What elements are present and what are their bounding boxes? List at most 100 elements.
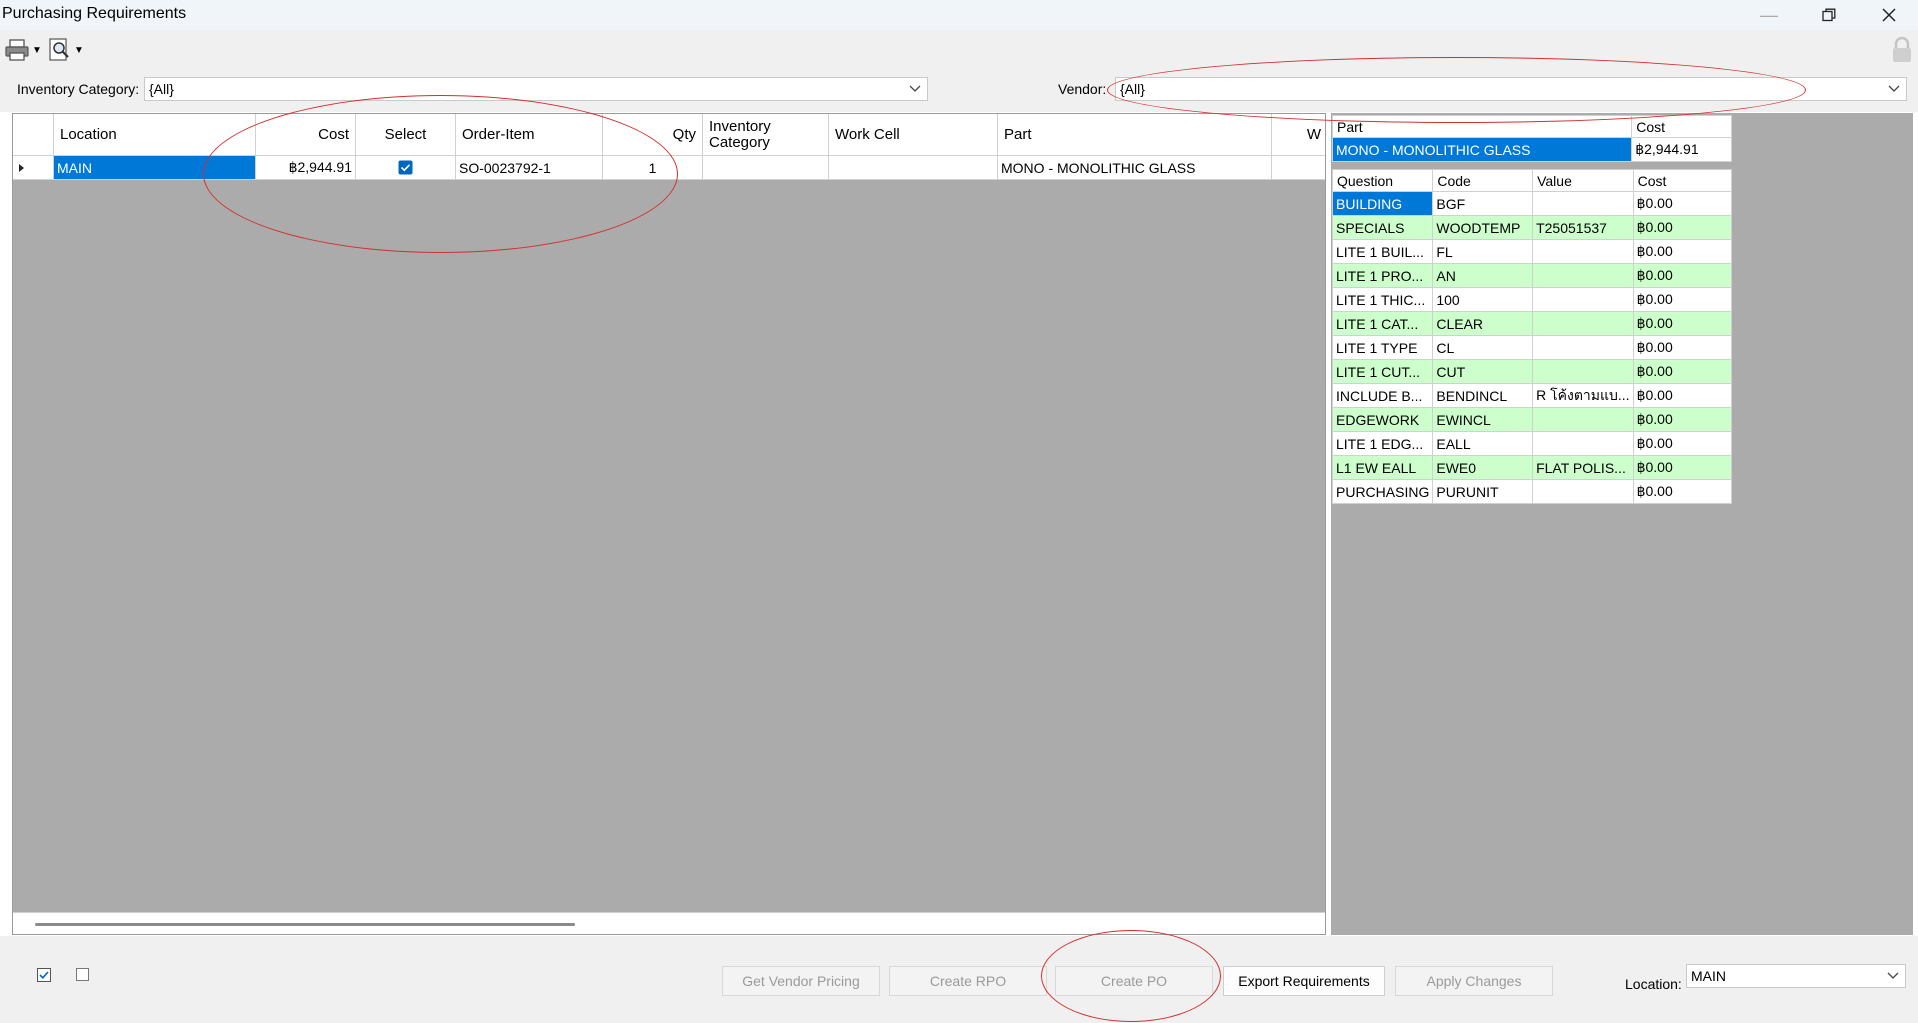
restore-icon[interactable]	[1800, 0, 1858, 30]
cell-question[interactable]: INCLUDE B...	[1331, 383, 1434, 408]
cell-value[interactable]	[1532, 239, 1634, 264]
cell-question[interactable]: PURCHASING	[1331, 479, 1434, 504]
cell-cost[interactable]: ฿2,944.91	[256, 156, 356, 179]
table-row[interactable]: LITE 1 TYPE CL ฿0.00	[1331, 335, 1733, 360]
print-preview-button[interactable]: ▼	[48, 36, 84, 64]
table-row[interactable]: PURCHASING PURUNIT ฿0.00	[1331, 479, 1733, 504]
column-header-question[interactable]: Question	[1331, 169, 1434, 192]
requirements-grid[interactable]: Location Cost Select Order-Item Qty Inve…	[12, 113, 1326, 935]
table-row[interactable]: EDGEWORK EWINCL ฿0.00	[1331, 407, 1733, 432]
table-row[interactable]: L1 EW EALL EWE0 FLAT POLIS... ฿0.00	[1331, 455, 1733, 480]
cell-question[interactable]: LITE 1 THIC...	[1331, 287, 1434, 312]
cell-code[interactable]: CLEAR	[1432, 311, 1534, 336]
part-table[interactable]: Part Cost MONO - MONOLITHIC GLASS ฿2,944…	[1331, 115, 1732, 162]
column-header-part[interactable]: Part	[1331, 115, 1633, 138]
cell-inventory-category[interactable]	[703, 156, 829, 179]
cell-value[interactable]: R โค้งตามแบ...	[1532, 383, 1634, 408]
apply-changes-button[interactable]: Apply Changes	[1395, 966, 1553, 996]
minimize-icon[interactable]: —	[1740, 0, 1798, 30]
create-rpo-button[interactable]: Create RPO	[889, 966, 1047, 996]
table-row[interactable]: INCLUDE B... BENDINCL R โค้งตามแบ... ฿0.00	[1331, 383, 1733, 408]
cell-work-cell[interactable]	[829, 156, 998, 179]
cell-value[interactable]	[1532, 407, 1634, 432]
column-header-value[interactable]: Value	[1532, 169, 1634, 192]
cell-w[interactable]	[1272, 156, 1325, 179]
cell-value[interactable]: FLAT POLIS...	[1532, 455, 1634, 480]
cell-cost[interactable]: ฿0.00	[1632, 431, 1733, 456]
cell-qty[interactable]: 1	[603, 156, 703, 179]
chevron-down-icon[interactable]: ▼	[32, 45, 42, 56]
table-row[interactable]: LITE 1 CUT... CUT ฿0.00	[1331, 359, 1733, 384]
column-header-work-cell[interactable]: Work Cell	[829, 114, 998, 155]
column-header-inventory-category[interactable]: Inventory Category	[703, 114, 829, 155]
table-row[interactable]: LITE 1 PRO... AN ฿0.00	[1331, 263, 1733, 288]
cell-code[interactable]: PURUNIT	[1432, 479, 1534, 504]
cell-cost[interactable]: ฿2,944.91	[1631, 137, 1732, 162]
column-header-part[interactable]: Part	[998, 114, 1272, 155]
row-indicator[interactable]	[13, 156, 54, 179]
table-row[interactable]: LITE 1 THIC... 100 ฿0.00	[1331, 287, 1733, 312]
column-header-code[interactable]: Code	[1432, 169, 1534, 192]
select-all-checkbox[interactable]	[37, 968, 51, 986]
cell-question[interactable]: BUILDING	[1331, 191, 1434, 216]
close-icon[interactable]	[1860, 0, 1918, 30]
cell-cost[interactable]: ฿0.00	[1632, 335, 1733, 360]
cell-question[interactable]: LITE 1 TYPE	[1331, 335, 1434, 360]
table-row[interactable]: BUILDING BGF ฿0.00	[1331, 191, 1733, 216]
cell-code[interactable]: BENDINCL	[1432, 383, 1534, 408]
location-select[interactable]: MAIN	[1686, 964, 1906, 988]
cell-value[interactable]	[1532, 311, 1634, 336]
cell-code[interactable]: WOODTEMP	[1432, 215, 1534, 240]
cell-code[interactable]: AN	[1432, 263, 1534, 288]
get-vendor-pricing-button[interactable]: Get Vendor Pricing	[722, 966, 880, 996]
cell-question[interactable]: LITE 1 BUIL...	[1331, 239, 1434, 264]
column-header-cost[interactable]: Cost	[1631, 115, 1732, 138]
cell-cost[interactable]: ฿0.00	[1632, 383, 1733, 408]
column-header-cost[interactable]: Cost	[256, 114, 356, 155]
cell-cost[interactable]: ฿0.00	[1632, 479, 1733, 504]
table-row[interactable]: MONO - MONOLITHIC GLASS ฿2,944.91	[1331, 137, 1732, 162]
cell-order-item[interactable]: SO-0023792-1	[456, 156, 603, 179]
cell-value[interactable]	[1532, 431, 1634, 456]
chevron-down-icon[interactable]: ▼	[74, 45, 84, 56]
cell-cost[interactable]: ฿0.00	[1632, 287, 1733, 312]
column-header-w[interactable]: W	[1272, 114, 1325, 155]
cell-question[interactable]: LITE 1 CAT...	[1331, 311, 1434, 336]
cell-cost[interactable]: ฿0.00	[1632, 311, 1733, 336]
cell-value[interactable]	[1532, 263, 1634, 288]
create-po-button[interactable]: Create PO	[1055, 966, 1213, 996]
column-header-location[interactable]: Location	[54, 114, 256, 155]
table-row[interactable]: LITE 1 BUIL... FL ฿0.00	[1331, 239, 1733, 264]
table-row[interactable]: MAIN ฿2,944.91 SO-0023792-1 1 MONO - MON…	[13, 156, 1325, 180]
cell-cost[interactable]: ฿0.00	[1632, 215, 1733, 240]
table-row[interactable]: SPECIALS WOODTEMP T25051537 ฿0.00	[1331, 215, 1733, 240]
cell-location[interactable]: MAIN	[54, 156, 256, 179]
horizontal-scrollbar[interactable]	[13, 912, 1325, 934]
cell-code[interactable]: EWINCL	[1432, 407, 1534, 432]
export-requirements-button[interactable]: Export Requirements	[1223, 966, 1385, 996]
cell-code[interactable]: BGF	[1432, 191, 1534, 216]
column-header-order-item[interactable]: Order-Item	[456, 114, 603, 155]
table-row[interactable]: LITE 1 CAT... CLEAR ฿0.00	[1331, 311, 1733, 336]
table-row[interactable]: LITE 1 EDG... EALL ฿0.00	[1331, 431, 1733, 456]
cell-value[interactable]	[1532, 479, 1634, 504]
cell-cost[interactable]: ฿0.00	[1632, 455, 1733, 480]
cell-question[interactable]: LITE 1 EDG...	[1331, 431, 1434, 456]
cell-code[interactable]: EWE0	[1432, 455, 1534, 480]
cell-value[interactable]	[1532, 335, 1634, 360]
cell-code[interactable]: CUT	[1432, 359, 1534, 384]
cell-code[interactable]: CL	[1432, 335, 1534, 360]
scrollbar-thumb[interactable]	[35, 923, 575, 926]
column-header-qty[interactable]: Qty	[603, 114, 703, 155]
cell-question[interactable]: L1 EW EALL	[1331, 455, 1434, 480]
cell-code[interactable]: FL	[1432, 239, 1534, 264]
cell-value[interactable]: T25051537	[1532, 215, 1634, 240]
lock-icon[interactable]	[1890, 36, 1914, 68]
cell-question[interactable]: LITE 1 PRO...	[1331, 263, 1434, 288]
cell-cost[interactable]: ฿0.00	[1632, 359, 1733, 384]
column-header-cost[interactable]: Cost	[1632, 169, 1733, 192]
deselect-all-checkbox[interactable]	[76, 968, 89, 981]
question-table[interactable]: Question Code Value Cost BUILDING BGF ฿0.0…	[1331, 169, 1733, 504]
cell-value[interactable]	[1532, 191, 1634, 216]
cell-question[interactable]: EDGEWORK	[1331, 407, 1434, 432]
